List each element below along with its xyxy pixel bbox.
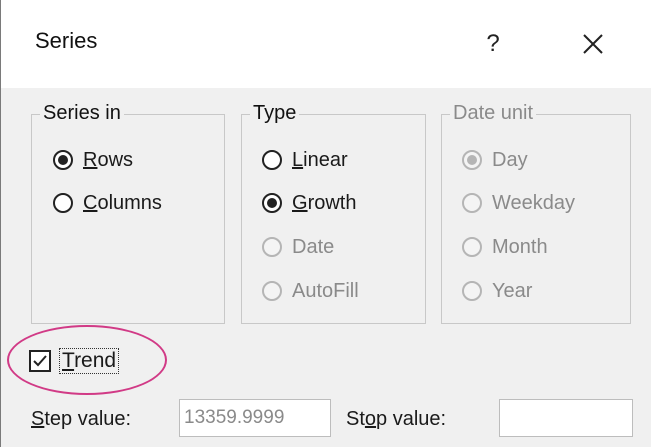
close-button[interactable] (571, 22, 615, 66)
radio-day: Day (462, 145, 528, 175)
checkmark-icon (33, 355, 47, 367)
stop-value-input[interactable] (499, 399, 633, 437)
radio-linear-indicator[interactable] (262, 150, 282, 170)
radio-date-indicator (262, 237, 282, 257)
type-legend: Type (250, 100, 300, 126)
radio-weekday-indicator (462, 193, 482, 213)
radio-columns-indicator[interactable] (53, 193, 73, 213)
radio-linear-label: Linear (292, 148, 348, 171)
trend-checkbox[interactable]: Trend (29, 346, 120, 376)
radio-autofill-indicator (262, 281, 282, 301)
help-button[interactable]: ? (473, 24, 513, 64)
radio-columns-label: Columns (83, 191, 162, 214)
dialog-title: Series (35, 28, 98, 53)
radio-year: Year (462, 276, 532, 306)
trend-label: Trend (59, 348, 120, 374)
radio-rows-label: Rows (83, 148, 134, 171)
radio-month-indicator (462, 237, 482, 257)
radio-growth[interactable]: Growth (262, 188, 356, 218)
radio-linear[interactable]: Linear (262, 145, 348, 175)
series-dialog: Series ? Series in Rows Columns Type Lin… (0, 0, 651, 447)
date-unit-legend: Date unit (450, 100, 537, 126)
radio-growth-label: Growth (292, 191, 357, 214)
series-in-legend: Series in (40, 100, 124, 126)
radio-columns[interactable]: Columns (53, 188, 162, 218)
radio-autofill-label: AutoFill (292, 279, 359, 302)
step-value-label: Step value: (31, 408, 132, 430)
title-bar: Series ? (1, 0, 651, 88)
radio-date-label: Date (292, 235, 335, 258)
radio-date: Date (262, 232, 334, 262)
radio-day-indicator (462, 150, 482, 170)
close-icon (583, 34, 603, 54)
radio-weekday-label: Weekday (492, 191, 576, 214)
radio-autofill: AutoFill (262, 276, 359, 306)
trend-checkbox-box[interactable] (29, 350, 51, 372)
radio-growth-indicator[interactable] (262, 193, 282, 213)
radio-year-label: Year (492, 279, 533, 302)
radio-rows-indicator[interactable] (53, 150, 73, 170)
radio-year-indicator (462, 281, 482, 301)
radio-rows[interactable]: Rows (53, 145, 133, 175)
stop-value-label: Stop value: (346, 408, 447, 430)
radio-month: Month (462, 232, 548, 262)
radio-day-label: Day (492, 148, 528, 171)
step-value-input[interactable]: 13359.9999 (179, 399, 331, 437)
radio-month-label: Month (492, 235, 548, 258)
radio-weekday: Weekday (462, 188, 575, 218)
